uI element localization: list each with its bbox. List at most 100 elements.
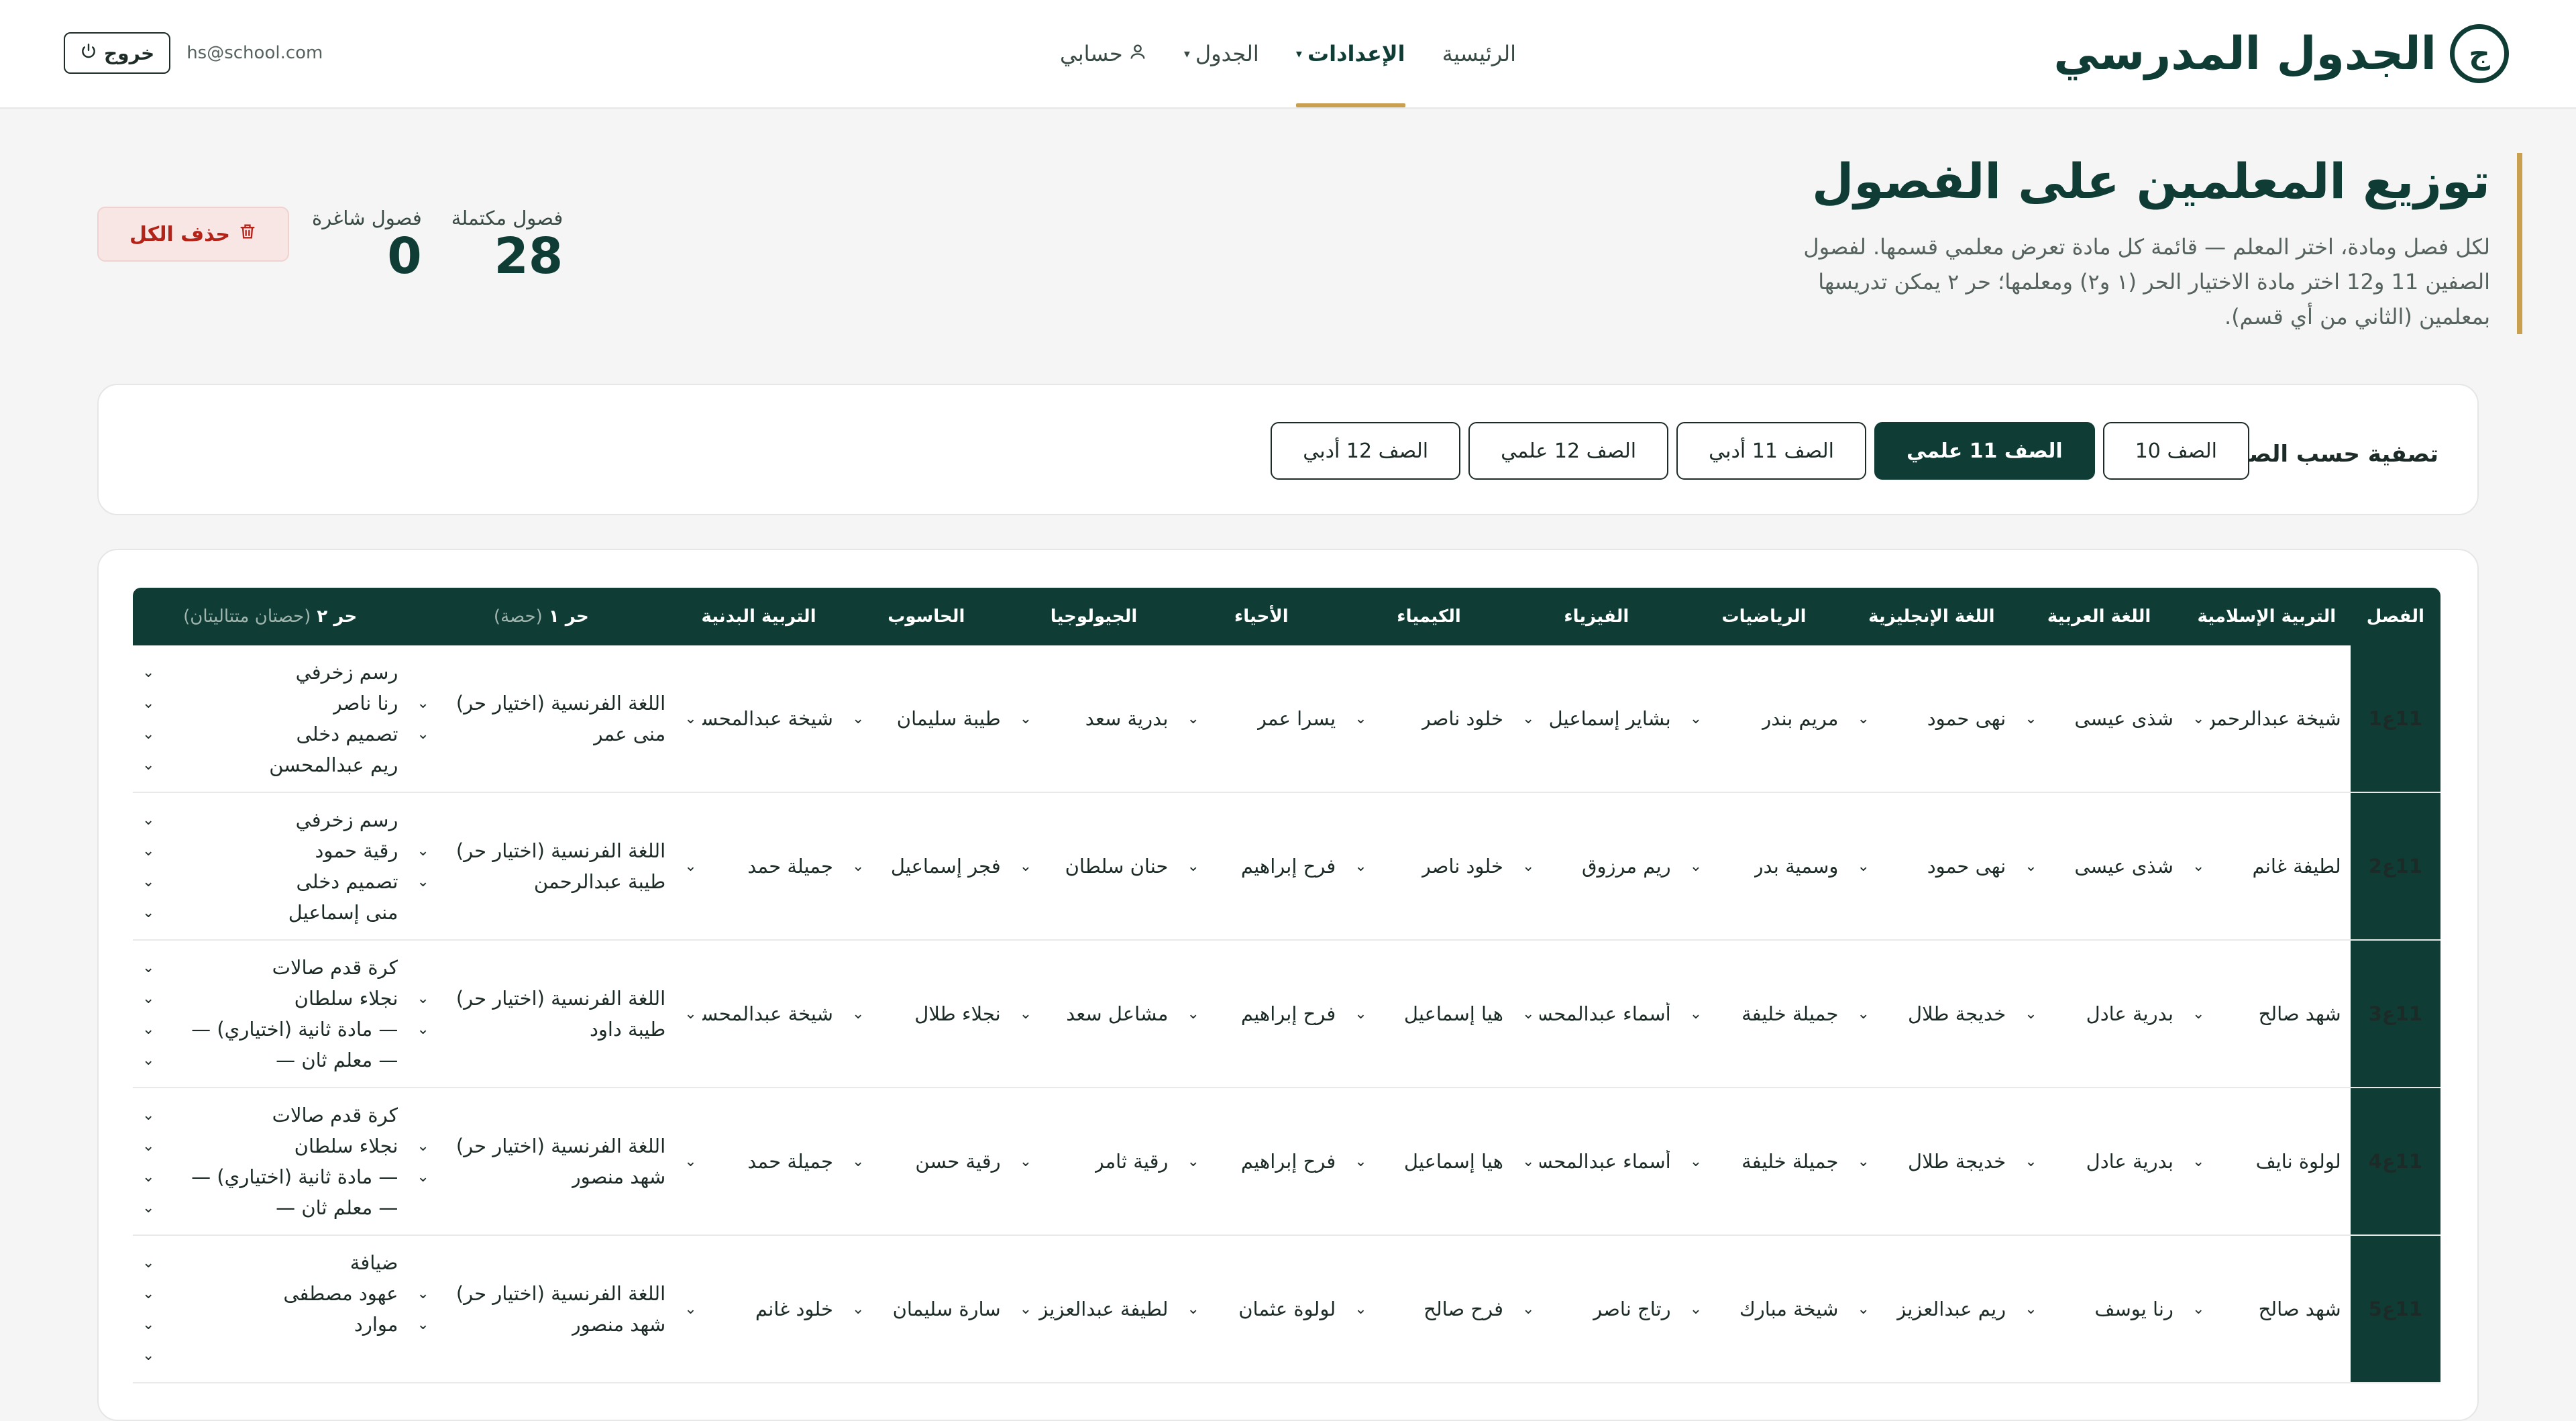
teacher-select[interactable]: جميلة خليفة ⌄	[1690, 1150, 1839, 1173]
free1-teacher-select[interactable]: شهد منصور ⌄	[417, 1163, 665, 1190]
free1-teacher-select[interactable]: طيبة عبدالرحمن ⌄	[417, 868, 665, 895]
teacher-select[interactable]: جميلة خليفة ⌄	[1690, 1002, 1839, 1025]
teacher-select[interactable]: نهى حمود ⌄	[1857, 707, 2006, 730]
teacher-select[interactable]: خلود غانم ⌄	[684, 1298, 833, 1320]
free2-subject-select[interactable]: — مادة ثانية (اختياري) — ⌄	[142, 1016, 398, 1043]
teacher-select[interactable]: بدرية عادل ⌄	[2025, 1150, 2174, 1173]
brand[interactable]: ج الجدول المدرسي	[2053, 20, 2509, 87]
chevron-down-icon: ⌄	[1689, 857, 1703, 875]
teacher-cell: فرح صالح ⌄	[1345, 1235, 1513, 1383]
free1-subject-select[interactable]: اللغة الفرنسية (اختيار حر) ⌄	[417, 1133, 665, 1159]
free2-teacher-select[interactable]: ⌄	[142, 1342, 398, 1369]
grade-pill[interactable]: الصف 10	[2102, 422, 2249, 480]
teacher-select[interactable]: لولوة نايف ⌄	[2192, 1150, 2341, 1173]
free2-subject-select[interactable]: كرة قدم صالات ⌄	[142, 1102, 398, 1128]
free2-teacher-select[interactable]: رنا ناصر ⌄	[142, 690, 398, 717]
teacher-select[interactable]: جميلة حمد ⌄	[684, 855, 833, 878]
free2-teacher-select[interactable]: رقية حمود ⌄	[142, 837, 398, 864]
teacher-select[interactable]: خلود ناصر ⌄	[1354, 855, 1503, 878]
free1-teacher-select[interactable]: طيبة داود ⌄	[417, 1016, 665, 1043]
teacher-select[interactable]: فرح إبراهيم ⌄	[1187, 1150, 1336, 1173]
nav-schedule[interactable]: الجدول ▾	[1184, 0, 1259, 107]
teacher-select[interactable]: رنا يوسف ⌄	[2025, 1298, 2174, 1320]
teacher-select[interactable]: وسمية بدر ⌄	[1690, 855, 1839, 878]
free1-teacher-select[interactable]: منى عمر ⌄	[417, 721, 665, 747]
teacher-select[interactable]: مشاعل سعد ⌄	[1020, 1002, 1169, 1025]
free1-subject-select[interactable]: اللغة الفرنسية (اختيار حر) ⌄	[417, 1280, 665, 1307]
teacher-select[interactable]: نجلاء طلال ⌄	[852, 1002, 1001, 1025]
free2-subject-select[interactable]: رسم زخرفي ⌄	[142, 659, 398, 686]
teacher-select[interactable]: خديجة طلال ⌄	[1857, 1002, 2006, 1025]
teacher-select[interactable]: شيخة عبدالرحمن ⌄	[2192, 707, 2341, 730]
teacher-select[interactable]: شذى عيسى ⌄	[2025, 855, 2174, 878]
free2-subject-select[interactable]: موارد ⌄	[142, 1311, 398, 1338]
grade-pill[interactable]: الصف 12 أدبي	[1271, 422, 1461, 480]
teacher-select[interactable]: سارة سليمان ⌄	[852, 1298, 1001, 1320]
nav-account[interactable]: حسابي	[1060, 0, 1147, 107]
free1-subject-select[interactable]: اللغة الفرنسية (اختيار حر) ⌄	[417, 985, 665, 1012]
teacher-select[interactable]: شيخة عبدالمحسن ⌄	[684, 707, 833, 730]
free1-subject-select[interactable]: اللغة الفرنسية (اختيار حر) ⌄	[417, 837, 665, 864]
teacher-select[interactable]: يسرا عمر ⌄	[1187, 707, 1336, 730]
teacher-select[interactable]: جميلة حمد ⌄	[684, 1150, 833, 1173]
teacher-select[interactable]: هيا إسماعيل ⌄	[1354, 1150, 1503, 1173]
grade-pill[interactable]: الصف 12 علمي	[1468, 422, 1669, 480]
free2-subject-select[interactable]: ضيافة ⌄	[142, 1249, 398, 1276]
teacher-select[interactable]: أسماء عبدالمحسن ⌄	[1522, 1150, 1671, 1173]
teacher-select[interactable]: ريم مرزوق ⌄	[1522, 855, 1671, 878]
nav-settings[interactable]: الإعدادات ▾	[1295, 0, 1405, 107]
teacher-select[interactable]: لولوة عثمان ⌄	[1187, 1298, 1336, 1320]
teacher-select[interactable]: فرح إبراهيم ⌄	[1187, 1002, 1336, 1025]
teacher-select[interactable]: شيخة عبدالمحسن ⌄	[684, 1002, 833, 1025]
teacher-select[interactable]: لطيفة عبدالعزيز ⌄	[1020, 1298, 1169, 1320]
logout-button[interactable]: خروج	[64, 32, 171, 74]
select-value: يسرا عمر	[1256, 707, 1336, 730]
nav-home[interactable]: الرئيسية	[1442, 0, 1516, 107]
teacher-select[interactable]: لطيفة غانم ⌄	[2192, 855, 2341, 878]
grade-pill[interactable]: الصف 11 أدبي	[1676, 422, 1867, 480]
teacher-cell: لطيفة عبدالعزيز ⌄	[1010, 1235, 1178, 1383]
teacher-select[interactable]: شيخة مبارك ⌄	[1690, 1298, 1839, 1320]
free2-teacher-select[interactable]: عهود مصطفى ⌄	[142, 1280, 398, 1307]
teacher-select[interactable]: رقية ثامر ⌄	[1020, 1150, 1169, 1173]
teacher-select[interactable]: بدرية سعد ⌄	[1020, 707, 1169, 730]
free2-teacher-select[interactable]: — معلم ثان — ⌄	[142, 1194, 398, 1221]
free2-teacher-select[interactable]: منى إسماعيل ⌄	[142, 899, 398, 926]
teacher-select[interactable]: مريم بندر ⌄	[1690, 707, 1839, 730]
free2-subject-select[interactable]: تصميم دخلى ⌄	[142, 868, 398, 895]
free1-subject-select[interactable]: اللغة الفرنسية (اختيار حر) ⌄	[417, 690, 665, 717]
teacher-select[interactable]: فرح صالح ⌄	[1354, 1298, 1503, 1320]
teacher-cell: جميلة حمد ⌄	[675, 1088, 843, 1236]
free2-subject-select[interactable]: تصميم دخلى ⌄	[142, 721, 398, 747]
free2-teacher-select[interactable]: ريم عبدالمحسن ⌄	[142, 751, 398, 778]
teacher-select[interactable]: ريم عبدالعزيز ⌄	[1857, 1298, 2006, 1320]
free1-teacher-select[interactable]: شهد منصور ⌄	[417, 1311, 665, 1338]
free2-subject-select[interactable]: — مادة ثانية (اختياري) — ⌄	[142, 1163, 398, 1190]
grade-pill-active[interactable]: الصف 11 علمي	[1874, 422, 2095, 480]
teacher-select[interactable]: رتاج ناصر ⌄	[1522, 1298, 1671, 1320]
teacher-select[interactable]: خديجة طلال ⌄	[1857, 1150, 2006, 1173]
teacher-select[interactable]: خلود ناصر ⌄	[1354, 707, 1503, 730]
teacher-select[interactable]: أسماء عبدالمحسن ⌄	[1522, 1002, 1671, 1025]
free2-subject-select[interactable]: كرة قدم صالات ⌄	[142, 954, 398, 981]
teacher-select[interactable]: حنان سلطان ⌄	[1020, 855, 1169, 878]
chevron-down-icon: ⌄	[417, 1020, 429, 1038]
teacher-select[interactable]: بدرية عادل ⌄	[2025, 1002, 2174, 1025]
delete-all-button[interactable]: حذف الكل	[97, 207, 290, 262]
free2-subject-select[interactable]: رسم زخرفي ⌄	[142, 806, 398, 833]
select-value: خديجة طلال	[1908, 1002, 2006, 1025]
teacher-select[interactable]: شهد صالح ⌄	[2192, 1298, 2341, 1320]
teacher-select[interactable]: شذى عيسى ⌄	[2025, 707, 2174, 730]
teacher-select[interactable]: رقية حسن ⌄	[852, 1150, 1001, 1173]
teacher-select[interactable]: فجر إسماعيل ⌄	[852, 855, 1001, 878]
free2-teacher-select[interactable]: — معلم ثان — ⌄	[142, 1047, 398, 1073]
free2-teacher-select[interactable]: نجلاء سلطان ⌄	[142, 1133, 398, 1159]
teacher-select[interactable]: فرح إبراهيم ⌄	[1187, 855, 1336, 878]
teacher-select[interactable]: هيا إسماعيل ⌄	[1354, 1002, 1503, 1025]
teacher-select[interactable]: شهد صالح ⌄	[2192, 1002, 2341, 1025]
col-header: الأحياء	[1177, 588, 1346, 645]
teacher-select[interactable]: طيبة سليمان ⌄	[852, 707, 1001, 730]
teacher-select[interactable]: بشاير إسماعيل ⌄	[1522, 707, 1671, 730]
free2-teacher-select[interactable]: نجلاء سلطان ⌄	[142, 985, 398, 1012]
teacher-select[interactable]: نهى حمود ⌄	[1857, 855, 2006, 878]
